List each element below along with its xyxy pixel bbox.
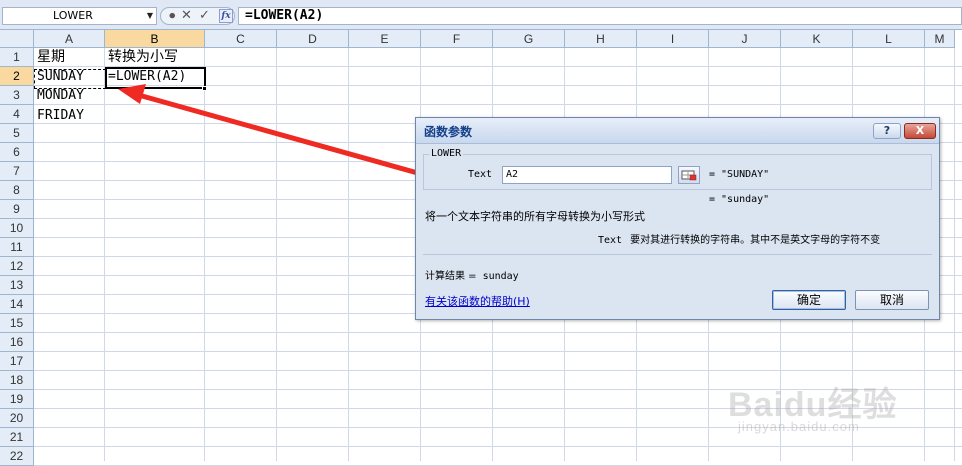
column-header-m[interactable]: M <box>925 30 955 48</box>
calc-result-value: sunday <box>482 271 519 282</box>
row-header-12[interactable]: 12 <box>0 257 34 276</box>
active-cell-border <box>105 67 206 89</box>
enter-formula-button[interactable]: ✓ <box>199 8 210 24</box>
gridline-horizontal <box>34 370 962 371</box>
column-header-k[interactable]: K <box>781 30 853 48</box>
name-box-dropdown-icon[interactable]: ▼ <box>147 8 153 24</box>
column-header-h[interactable]: H <box>565 30 637 48</box>
ok-button[interactable]: 确定 <box>772 290 846 310</box>
gridline-vertical <box>276 48 277 461</box>
function-description: 将一个文本字符串的所有字母转换为小写形式 <box>425 210 645 223</box>
select-all-corner[interactable] <box>0 30 34 48</box>
row-header-22[interactable]: 22 <box>0 447 34 466</box>
row-header-9[interactable]: 9 <box>0 200 34 219</box>
column-header-b[interactable]: B <box>105 30 205 48</box>
arg-description-line: Text 要对其进行转换的字符串。其中不是英文字母的字符不变 <box>598 231 880 246</box>
cell-b1[interactable]: 转换为小写 <box>106 48 205 67</box>
row-header-15[interactable]: 15 <box>0 314 34 333</box>
row-header-7[interactable]: 7 <box>0 162 34 181</box>
row-header-20[interactable]: 20 <box>0 409 34 428</box>
row-header-18[interactable]: 18 <box>0 371 34 390</box>
row-header-11[interactable]: 11 <box>0 238 34 257</box>
grip-icon: ⦁ <box>169 8 176 23</box>
row-header-14[interactable]: 14 <box>0 295 34 314</box>
row-header-2[interactable]: 2 <box>0 67 34 86</box>
gridline-vertical <box>954 48 955 461</box>
arg-description-name: Text <box>598 235 623 246</box>
cell-a4[interactable]: FRIDAY <box>35 106 105 125</box>
column-header-d[interactable]: D <box>277 30 349 48</box>
arg-description: 要对其进行转换的字符串。其中不是英文字母的字符不变 <box>630 235 881 246</box>
row-header-6[interactable]: 6 <box>0 143 34 162</box>
column-header-a[interactable]: A <box>34 30 105 48</box>
row-header-19[interactable]: 19 <box>0 390 34 409</box>
row-header-13[interactable]: 13 <box>0 276 34 295</box>
row-header-4[interactable]: 4 <box>0 105 34 124</box>
row-header-16[interactable]: 16 <box>0 333 34 352</box>
close-button[interactable]: X <box>904 123 936 139</box>
function-name-label: LOWER <box>429 148 464 159</box>
column-header-g[interactable]: G <box>493 30 565 48</box>
cancel-button[interactable]: 取消 <box>855 290 929 310</box>
column-header-l[interactable]: L <box>853 30 925 48</box>
gridline-horizontal <box>34 446 962 447</box>
collapse-dialog-button[interactable] <box>678 166 700 184</box>
row-header-3[interactable]: 3 <box>0 86 34 105</box>
row-header-17[interactable]: 17 <box>0 352 34 371</box>
gridline-horizontal <box>34 332 962 333</box>
name-box[interactable]: LOWER ▼ <box>2 7 157 25</box>
range-select-icon <box>681 170 697 181</box>
name-box-value: LOWER <box>53 9 93 22</box>
result-preview: = "sunday" <box>709 194 770 205</box>
gridline-horizontal <box>34 104 962 105</box>
column-header-c[interactable]: C <box>205 30 277 48</box>
column-header-e[interactable]: E <box>349 30 421 48</box>
row-header-8[interactable]: 8 <box>0 181 34 200</box>
column-header-f[interactable]: F <box>421 30 493 48</box>
formula-buttons: ⦁ ✕ ✓ fx <box>160 7 235 25</box>
dialog-titlebar[interactable]: 函数参数 ? X <box>416 118 939 144</box>
gridline-vertical <box>204 48 205 461</box>
column-header-j[interactable]: J <box>709 30 781 48</box>
cancel-formula-button[interactable]: ✕ <box>181 8 192 24</box>
column-header-i[interactable]: I <box>637 30 709 48</box>
text-arg-input[interactable]: A2 <box>502 166 672 184</box>
row-header-5[interactable]: 5 <box>0 124 34 143</box>
formula-bar: LOWER ▼ ⦁ ✕ ✓ fx =LOWER(A2) <box>0 0 962 30</box>
cell-a1[interactable]: 星期 <box>35 48 105 67</box>
row-header-1[interactable]: 1 <box>0 48 34 67</box>
row-header-21[interactable]: 21 <box>0 428 34 447</box>
copy-marquee <box>34 69 106 89</box>
arg-value: = "SUNDAY" <box>709 169 770 180</box>
function-arguments-dialog: 函数参数 ? X LOWER Text A2 = "SUNDAY" = "sun… <box>415 117 940 320</box>
baidu-watermark: Baidu经验 jingyan.baidu.com <box>728 377 953 439</box>
separator <box>423 254 932 255</box>
dialog-title: 函数参数 <box>424 125 473 139</box>
calc-result-line: 计算结果 = sunday <box>425 267 519 282</box>
row-header-10[interactable]: 10 <box>0 219 34 238</box>
arg-label: Text <box>468 169 493 180</box>
calc-result-label: 计算结果 = <box>425 271 477 282</box>
insert-function-button[interactable]: fx <box>219 9 233 23</box>
watermark-url: jingyan.baidu.com <box>738 419 860 434</box>
gridline-vertical <box>348 48 349 461</box>
fill-handle[interactable] <box>202 86 207 91</box>
gridline-horizontal <box>34 351 962 352</box>
help-button[interactable]: ? <box>873 123 901 139</box>
formula-input[interactable]: =LOWER(A2) <box>238 7 962 25</box>
function-help-link[interactable]: 有关该函数的帮助(H) <box>425 293 530 309</box>
